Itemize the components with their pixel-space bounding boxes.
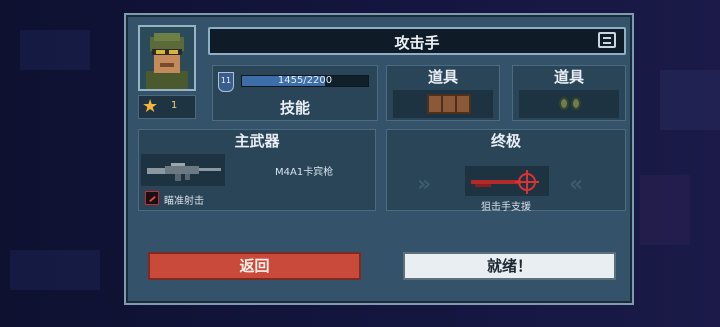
chevron-left-icon: « [569,172,583,197]
item-slot-box [519,90,619,118]
grenade-icon [559,97,569,110]
background-tile [20,30,90,70]
aim-skill-icon [145,191,159,205]
skill-label: 技能 [279,99,310,117]
item-slot-label: 道具 [427,68,458,86]
weapon-slot-box [141,154,225,186]
ultimate-slot-box [465,166,549,196]
class-title: 攻击手 [394,34,440,52]
primary-weapon-header: 主武器 [234,132,280,150]
level-number: 11 [220,76,232,85]
background-tile [10,250,100,290]
ready-button[interactable]: 就绪！ [403,252,616,280]
item-slot-label: 道具 [553,68,584,86]
background-tile [640,175,690,245]
rifle-icon [147,163,221,181]
loadout-panel: ★ 1 攻击手 11 1455/2200 技能 道具 道具 主武器 M4A1卡宾… [124,13,634,305]
item-slot-1[interactable]: 道具 [386,65,500,121]
ultimate-name: 狙击手支援 [481,202,531,213]
rank-badge: ★ 1 [138,95,196,119]
class-title-bar: 攻击手 [208,27,626,55]
skill-card[interactable]: 11 1455/2200 技能 [212,65,378,121]
xp-text: 1455/2200 [277,75,333,86]
grenade-icon [571,97,581,110]
item-slot-box [393,90,493,118]
level-shield-icon: 11 [218,72,234,92]
sniper-crosshair-icon [471,170,539,194]
back-button[interactable]: 返回 [148,252,361,280]
weapon-name: M4A1卡宾枪 [275,167,334,178]
xp-bar: 1455/2200 [241,75,369,87]
ammo-crate-icon [427,94,471,114]
background-tile [660,70,720,130]
item-slot-2[interactable]: 道具 [512,65,626,121]
weapon-skill-label: 瞄准射击 [164,196,204,207]
star-icon: ★ [142,96,159,117]
primary-weapon-card[interactable]: 主武器 M4A1卡宾枪 瞄准射击 [138,129,376,211]
chevron-right-icon: » [417,172,431,197]
rank-stars: 1 [171,100,178,111]
swap-class-icon[interactable] [598,32,616,48]
ultimate-header: 终极 [490,132,521,150]
character-portrait[interactable] [138,25,196,91]
ultimate-card[interactable]: 终极 » « 狙击手支援 [386,129,626,213]
soldier-avatar-icon [140,27,194,89]
